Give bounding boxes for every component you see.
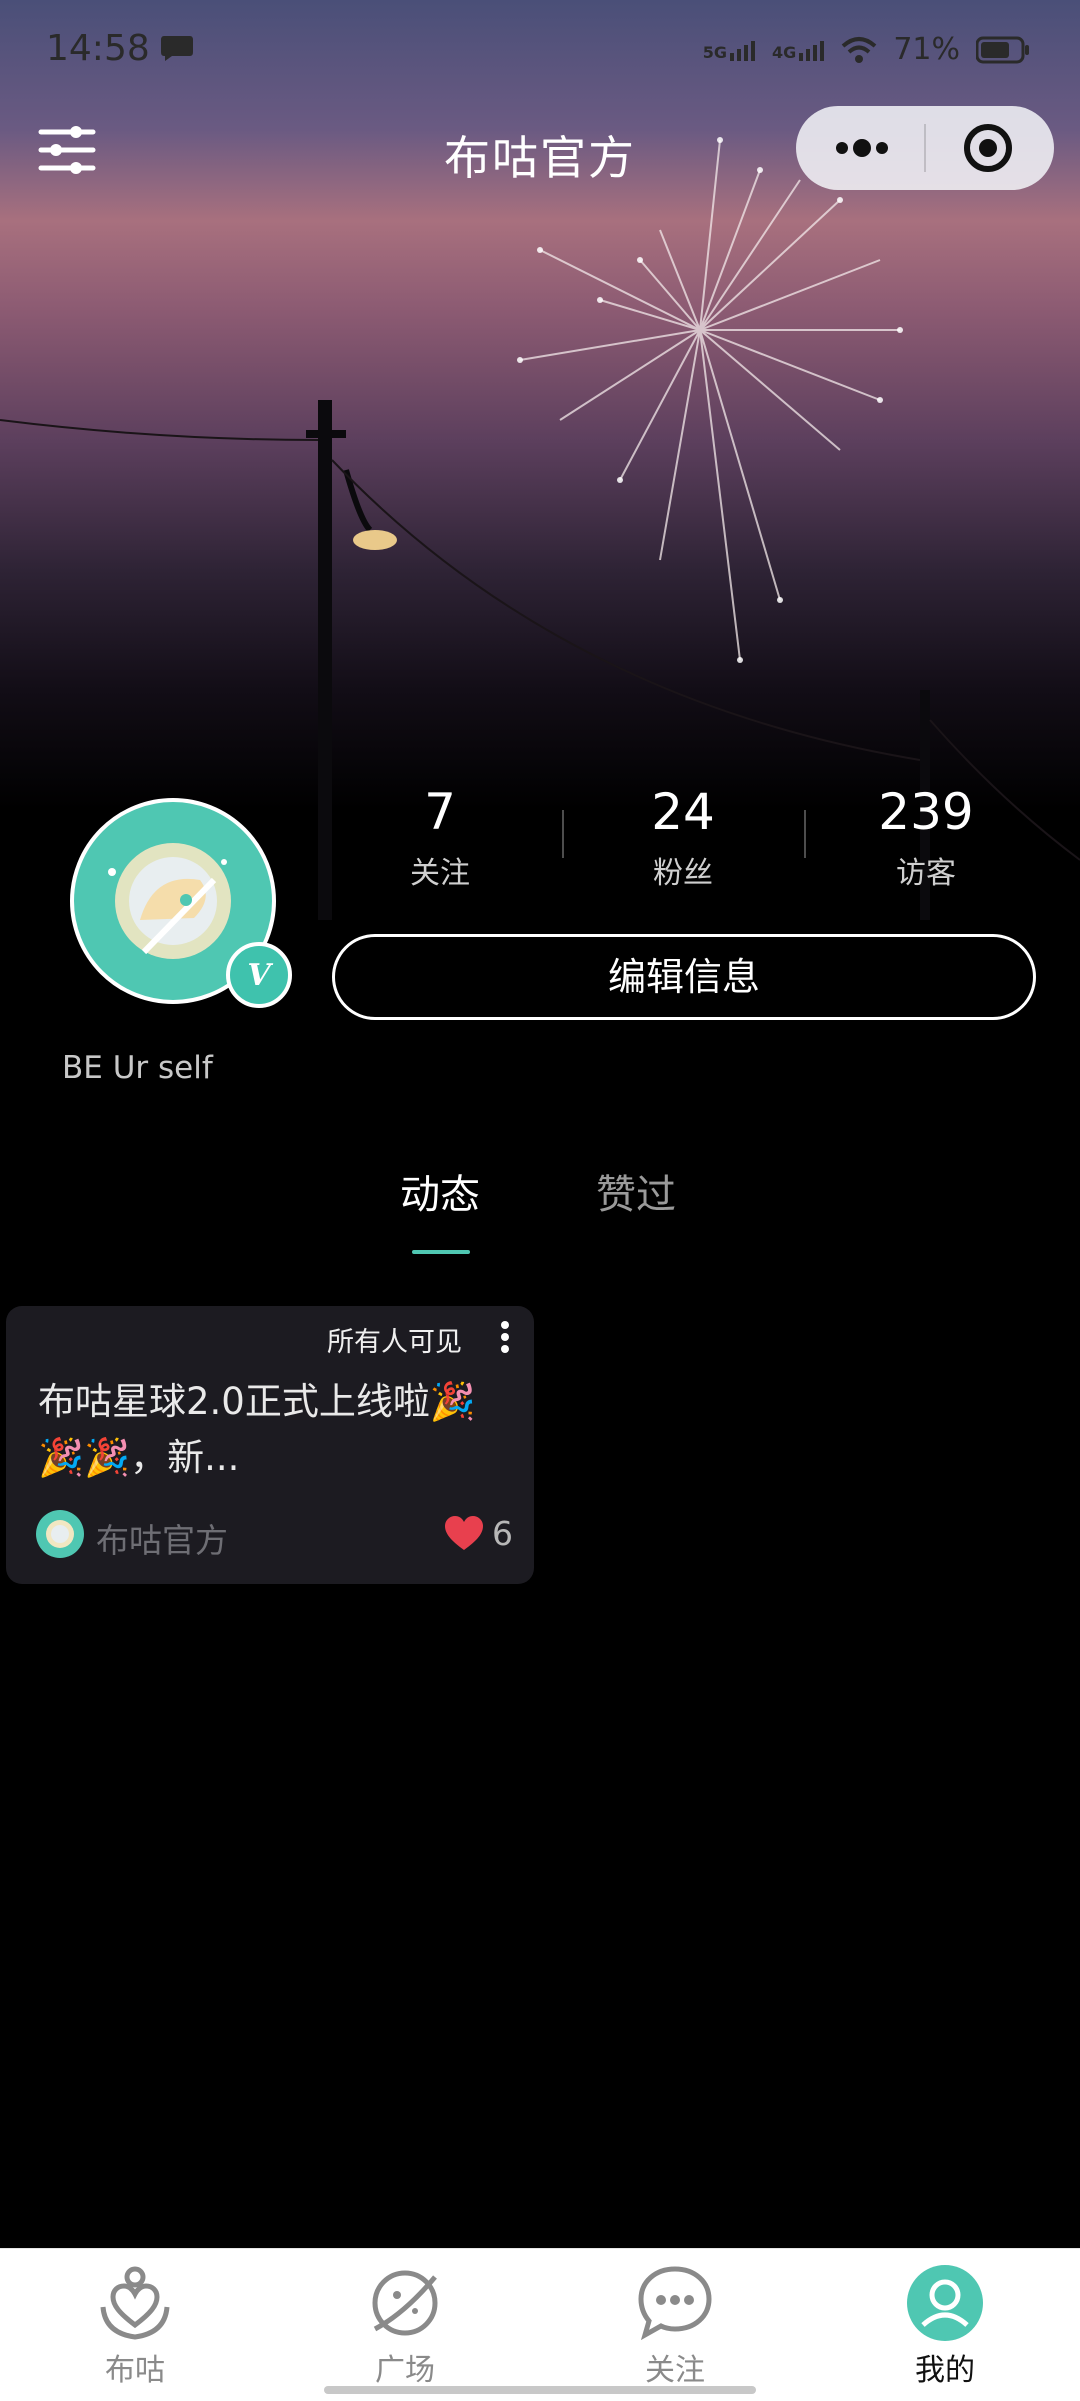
tab-liked[interactable]: 赞过 <box>596 1162 676 1220</box>
battery-icon <box>976 36 1029 63</box>
nav-item-square[interactable]: 广场 <box>335 2263 475 2389</box>
post-card[interactable]: 所有人可见 布咕星球2.0正式上线啦🎉🎉🎉，新... 布咕官方 6 <box>6 1306 534 1584</box>
stat-visitors[interactable]: 239 访客 <box>826 780 1026 892</box>
nav-label-bugu: 布咕 <box>105 2353 165 2388</box>
network-4g-label: 4G <box>772 42 797 62</box>
more-vertical-icon[interactable] <box>500 1320 510 1354</box>
more-dots-icon[interactable] <box>796 106 924 190</box>
verified-badge: V <box>226 942 292 1008</box>
nav-label-follow: 关注 <box>645 2353 705 2388</box>
nav-item-mine[interactable]: 我的 <box>875 2263 1015 2389</box>
profile-bio: BE Ur self <box>62 1050 213 1086</box>
status-time: 14:58 <box>46 28 150 69</box>
profile-avatar[interactable]: V <box>70 798 292 1010</box>
stat-visitors-value: 239 <box>878 783 974 841</box>
message-notification-icon <box>161 36 193 61</box>
post-like-count: 6 <box>492 1514 513 1553</box>
stat-following-value: 7 <box>424 783 456 841</box>
chat-bubble-icon <box>638 2266 712 2341</box>
profile-stats: 7 关注 24 粉丝 239 访客 <box>320 780 1050 892</box>
stat-visitors-label: 访客 <box>896 856 956 891</box>
stat-divider <box>562 810 564 858</box>
mini-program-capsule <box>796 106 1054 190</box>
post-text: 布咕星球2.0正式上线啦🎉🎉🎉，新... <box>38 1380 476 1479</box>
home-indicator <box>324 2386 756 2394</box>
wifi-icon <box>841 36 877 63</box>
status-indicators: 5G 4G 71% <box>703 32 1030 67</box>
stat-following[interactable]: 7 关注 <box>340 780 540 892</box>
edit-profile-button[interactable]: 编辑信息 <box>332 934 1036 1020</box>
signal-icon-2 <box>799 40 825 61</box>
stat-fans-label: 粉丝 <box>653 856 713 891</box>
user-icon <box>907 2265 983 2341</box>
bottom-nav: 布咕 广场 关注 我的 <box>0 2248 1080 2401</box>
network-5g-label: 5G <box>702 42 728 62</box>
top-bar: 布咕官方 <box>0 100 1080 200</box>
status-bar: 14:58 5G 4G 71% <box>0 0 1080 100</box>
battery-percent: 71% <box>893 32 960 67</box>
tab-posts[interactable]: 动态 <box>400 1162 480 1220</box>
stat-fans[interactable]: 24 粉丝 <box>583 780 783 892</box>
author-avatar <box>36 1510 84 1558</box>
author-avatar-icon <box>46 1520 74 1548</box>
post-author: 布咕官方 <box>96 1521 228 1560</box>
nav-label-square: 广场 <box>375 2353 435 2388</box>
stat-divider <box>804 810 806 858</box>
heart-hands-icon <box>100 2266 170 2340</box>
post-visibility: 所有人可见 <box>327 1327 462 1358</box>
active-tab-indicator <box>412 1250 470 1254</box>
stat-fans-value: 24 <box>651 783 715 841</box>
stat-following-label: 关注 <box>410 856 470 891</box>
target-icon[interactable] <box>926 106 1054 190</box>
nav-item-follow[interactable]: 关注 <box>605 2263 745 2389</box>
signal-icon <box>730 40 756 61</box>
heart-icon[interactable] <box>444 1516 484 1552</box>
planet-icon <box>372 2270 438 2336</box>
nav-label-mine: 我的 <box>915 2353 975 2388</box>
nav-item-bugu[interactable]: 布咕 <box>65 2263 205 2389</box>
